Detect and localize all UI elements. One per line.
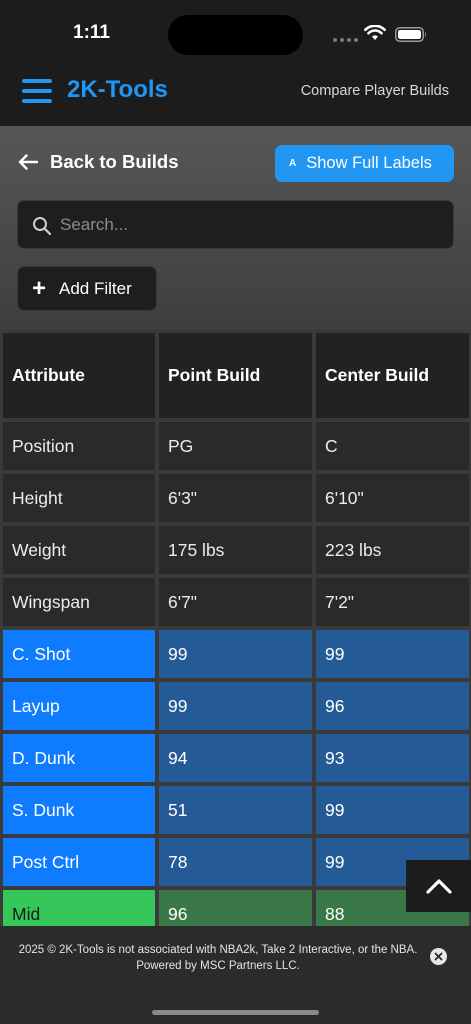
scroll-to-top-button[interactable] bbox=[406, 860, 471, 912]
close-icon[interactable] bbox=[430, 948, 447, 965]
point-build-cell: 78 bbox=[159, 838, 312, 886]
back-to-builds-label: Back to Builds bbox=[50, 151, 179, 172]
comparison-table: Attribute Point Build Center Build Posit… bbox=[0, 330, 471, 926]
point-build-cell: 99 bbox=[159, 682, 312, 730]
app-header: 2K-Tools Compare Player Builds bbox=[0, 62, 471, 126]
center-build-cell: 223 lbs bbox=[316, 526, 469, 574]
show-full-labels-button[interactable]: A Show Full Labels bbox=[275, 145, 454, 182]
point-build-cell: 99 bbox=[159, 630, 312, 678]
attribute-cell: Height bbox=[3, 474, 155, 522]
wifi-icon bbox=[364, 25, 386, 40]
search-icon bbox=[33, 217, 52, 236]
column-header-point-build: Point Build bbox=[159, 333, 312, 418]
column-header-attribute: Attribute bbox=[3, 333, 155, 418]
center-build-cell: 7'2" bbox=[316, 578, 469, 626]
attribute-cell: S. Dunk bbox=[3, 786, 155, 834]
attribute-cell: Layup bbox=[3, 682, 155, 730]
plus-icon: + bbox=[32, 274, 47, 302]
arrow-left-icon bbox=[18, 154, 38, 170]
point-build-cell: 6'7" bbox=[159, 578, 312, 626]
status-time: 1:11 bbox=[73, 22, 110, 43]
point-build-cell: 94 bbox=[159, 734, 312, 782]
controls-panel: Back to Builds A Show Full Labels + Add … bbox=[0, 126, 471, 330]
hamburger-menu-icon[interactable] bbox=[22, 79, 52, 103]
center-build-cell: 93 bbox=[316, 734, 469, 782]
status-bar: 1:11 bbox=[0, 0, 471, 62]
point-build-cell: 6'3" bbox=[159, 474, 312, 522]
center-build-cell: 6'10" bbox=[316, 474, 469, 522]
attribute-cell: Weight bbox=[3, 526, 155, 574]
point-build-cell: 51 bbox=[159, 786, 312, 834]
footer: 2025 © 2K-Tools is not associated with N… bbox=[0, 926, 471, 1024]
battery-icon bbox=[395, 27, 426, 42]
center-build-cell: C bbox=[316, 422, 469, 470]
add-filter-button[interactable]: + Add Filter bbox=[17, 266, 157, 311]
compare-builds-link[interactable]: Compare Player Builds bbox=[301, 83, 449, 99]
home-indicator bbox=[152, 1010, 319, 1015]
column-header-center-build: Center Build bbox=[316, 333, 469, 418]
point-build-cell: PG bbox=[159, 422, 312, 470]
search-box bbox=[17, 200, 454, 249]
attribute-cell: Wingspan bbox=[3, 578, 155, 626]
point-build-cell: 175 lbs bbox=[159, 526, 312, 574]
search-input[interactable] bbox=[60, 201, 440, 248]
back-to-builds-button[interactable]: Back to Builds bbox=[18, 151, 179, 173]
attribute-cell: Post Ctrl bbox=[3, 838, 155, 886]
attribute-cell: Position bbox=[3, 422, 155, 470]
point-build-cell: 96 bbox=[159, 890, 312, 926]
dynamic-island bbox=[168, 15, 303, 55]
center-build-cell: 99 bbox=[316, 630, 469, 678]
chevron-up-icon bbox=[425, 879, 452, 894]
attribute-cell: D. Dunk bbox=[3, 734, 155, 782]
brand-logo[interactable]: 2K-Tools bbox=[67, 76, 168, 104]
center-build-cell: 96 bbox=[316, 682, 469, 730]
center-build-cell: 99 bbox=[316, 786, 469, 834]
show-full-labels-label: Show Full Labels bbox=[306, 154, 432, 172]
signal-icon bbox=[333, 38, 358, 42]
footer-disclaimer: 2025 © 2K-Tools is not associated with N… bbox=[18, 944, 418, 972]
attribute-cell: C. Shot bbox=[3, 630, 155, 678]
attribute-cell: Mid bbox=[3, 890, 155, 926]
text-label-icon: A bbox=[289, 158, 297, 169]
add-filter-label: Add Filter bbox=[59, 278, 132, 298]
